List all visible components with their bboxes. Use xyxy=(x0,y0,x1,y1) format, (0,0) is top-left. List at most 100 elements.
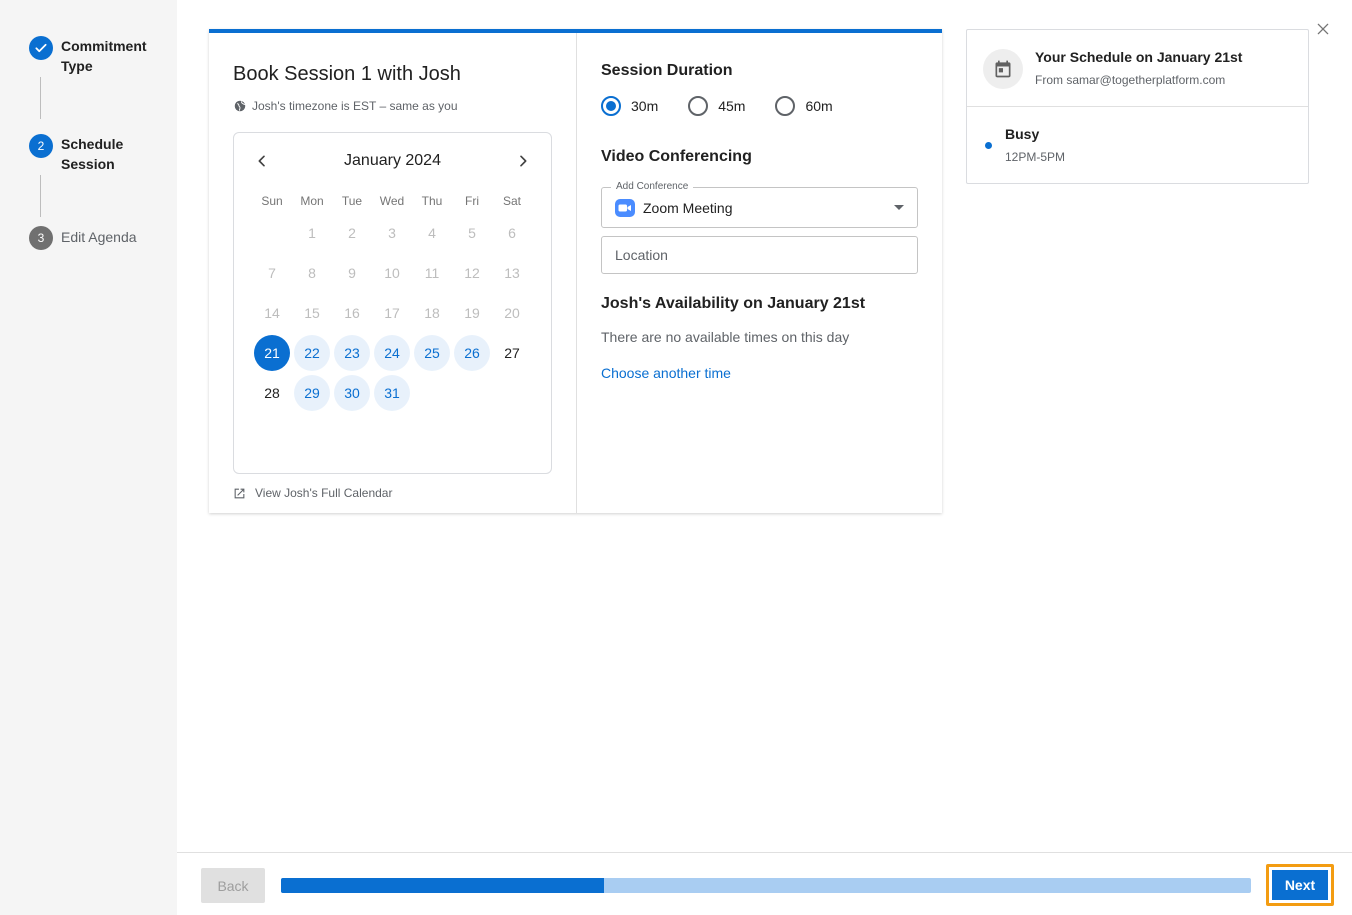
calendar-day: 2 xyxy=(348,225,356,241)
calendar-day: 17 xyxy=(384,305,400,321)
schedule-source: From samar@togetherplatform.com xyxy=(1035,73,1226,87)
external-link-icon xyxy=(234,488,245,498)
chevron-right-icon[interactable] xyxy=(515,153,531,169)
weekday-label: Tue xyxy=(341,194,363,208)
step-label: Edit Agenda xyxy=(61,229,137,245)
calendar-day: 18 xyxy=(424,305,440,321)
calendar-week-row: 14 15 16 17 18 19 20 xyxy=(252,293,532,333)
busy-dot-icon xyxy=(985,142,992,149)
availability-title: Josh's Availability on January 21st xyxy=(601,295,866,312)
calendar-day[interactable]: 29 xyxy=(294,375,330,411)
conference-select[interactable]: Add Conference Zoom Meeting xyxy=(601,181,918,228)
stepper-sidebar: Commitment Type 2 Schedule Session 3 Edi… xyxy=(0,0,177,915)
no-availability-message: There are no available times on this day xyxy=(601,329,850,345)
calendar-day: 7 xyxy=(268,265,276,281)
calendar-day[interactable]: 24 xyxy=(374,335,410,371)
duration-option-45m[interactable]: 45m xyxy=(688,96,745,116)
full-calendar-text: View Josh's Full Calendar xyxy=(255,486,393,500)
weekday-label: Sun xyxy=(261,194,283,208)
back-button[interactable]: Back xyxy=(201,868,265,903)
calendar-week-row: 1 2 3 4 5 6 xyxy=(252,213,532,253)
calendar-day[interactable]: 31 xyxy=(374,375,410,411)
calendar-week-row: 7 8 9 10 11 12 13 xyxy=(252,253,532,293)
next-button-highlight: Next xyxy=(1266,864,1334,906)
progress-fill xyxy=(281,878,604,893)
radio-unchecked-icon xyxy=(775,96,796,116)
conference-select-value: Zoom Meeting xyxy=(643,200,733,216)
duration-option-30m[interactable]: 30m xyxy=(601,96,658,116)
checkmark-icon xyxy=(29,36,53,60)
booking-card: Book Session 1 with Josh Josh's timezone… xyxy=(209,29,942,513)
your-schedule-card: Your Schedule on January 21st From samar… xyxy=(966,29,1309,184)
calendar-day: 1 xyxy=(308,225,316,241)
choose-another-time-link[interactable]: Choose another time xyxy=(601,365,731,381)
schedule-title: Your Schedule on January 21st xyxy=(1035,49,1243,65)
weekday-label: Mon xyxy=(300,194,324,208)
globe-icon xyxy=(234,100,246,112)
calendar-day: 19 xyxy=(464,305,480,321)
session-duration-title: Session Duration xyxy=(601,62,733,79)
calendar-day: 14 xyxy=(264,305,280,321)
calendar-day[interactable]: 22 xyxy=(294,335,330,371)
calendar-day[interactable]: 30 xyxy=(334,375,370,411)
chevron-left-icon[interactable] xyxy=(254,153,270,169)
page-title: Book Session 1 with Josh xyxy=(233,63,461,85)
calendar-header: January 2024 xyxy=(234,151,551,171)
step-label: Commitment Type xyxy=(61,38,147,74)
calendar-icon xyxy=(983,49,1023,89)
calendar-day[interactable]: 25 xyxy=(414,335,450,371)
calendar-day: 15 xyxy=(304,305,320,321)
calendar-day: 6 xyxy=(508,225,516,241)
calendar-day: 9 xyxy=(348,265,356,281)
caret-down-icon xyxy=(894,205,904,210)
calendar-day: 16 xyxy=(344,305,360,321)
step-number: 2 xyxy=(29,134,53,158)
calendar-day: 10 xyxy=(384,265,400,281)
location-input[interactable] xyxy=(601,236,918,274)
calendar-day[interactable]: 21 xyxy=(254,335,290,371)
step-number: 3 xyxy=(29,226,53,250)
calendar-month: January 2024 xyxy=(344,152,441,169)
weekday-label: Wed xyxy=(379,194,405,208)
progress-bar xyxy=(281,878,1251,893)
timezone-text: Josh's timezone is EST – same as you xyxy=(252,99,458,113)
calendar-day: 13 xyxy=(504,265,520,281)
video-conferencing-title: Video Conferencing xyxy=(601,148,752,165)
calendar-day: 8 xyxy=(308,265,316,281)
calendar-day: 27 xyxy=(504,345,520,361)
next-button[interactable]: Next xyxy=(1272,870,1328,900)
step-schedule-session[interactable]: 2 Schedule Session xyxy=(29,134,161,174)
calendar-day: 11 xyxy=(424,265,440,281)
calendar-day: 12 xyxy=(464,265,480,281)
calendar-day: 20 xyxy=(504,305,520,321)
weekday-label: Thu xyxy=(421,194,443,208)
calendar-day[interactable]: 23 xyxy=(334,335,370,371)
step-edit-agenda[interactable]: 3 Edit Agenda xyxy=(29,226,161,250)
close-icon[interactable] xyxy=(1315,21,1331,37)
conference-select-label: Add Conference xyxy=(611,181,694,192)
step-connector xyxy=(40,77,41,119)
calendar-day: 5 xyxy=(468,225,476,241)
calendar-panel: Book Session 1 with Josh Josh's timezone… xyxy=(209,33,577,513)
duration-label: 30m xyxy=(631,98,659,114)
calendar-days: 1 2 3 4 5 6 7 8 9 10 11 12 13 14 15 16 17 18 19 20 21 22 23 24 2… xyxy=(252,213,532,413)
duration-label: 45m xyxy=(718,98,746,114)
calendar-day[interactable]: 26 xyxy=(454,335,490,371)
radio-unchecked-icon xyxy=(688,96,709,116)
footer-bar: Back Next xyxy=(177,852,1352,915)
calendar-grid: Sun Mon Tue Wed Thu Fri Sat 1 2 3 4 5 6 7 8 9 10 1… xyxy=(252,191,532,413)
duration-option-60m[interactable]: 60m xyxy=(775,96,833,116)
view-full-calendar-link[interactable]: View Josh's Full Calendar xyxy=(233,486,392,500)
step-label: Schedule Session xyxy=(61,136,124,172)
radio-checked-icon xyxy=(601,96,621,116)
weekday-label: Fri xyxy=(465,194,479,208)
step-connector xyxy=(40,175,41,217)
calendar-week-row: 21 22 23 24 25 26 27 xyxy=(252,333,532,373)
date-picker: January 2024 Sun Mon Tue Wed Thu Fri Sat… xyxy=(233,132,552,474)
timezone-note: Josh's timezone is EST – same as you xyxy=(233,99,458,113)
busy-label: Busy xyxy=(1005,126,1040,142)
schedule-header: Your Schedule on January 21st From samar… xyxy=(967,30,1308,107)
step-commitment-type[interactable]: Commitment Type xyxy=(29,36,161,76)
zoom-video-icon xyxy=(615,199,635,217)
busy-time: 12PM-5PM xyxy=(1005,150,1066,164)
